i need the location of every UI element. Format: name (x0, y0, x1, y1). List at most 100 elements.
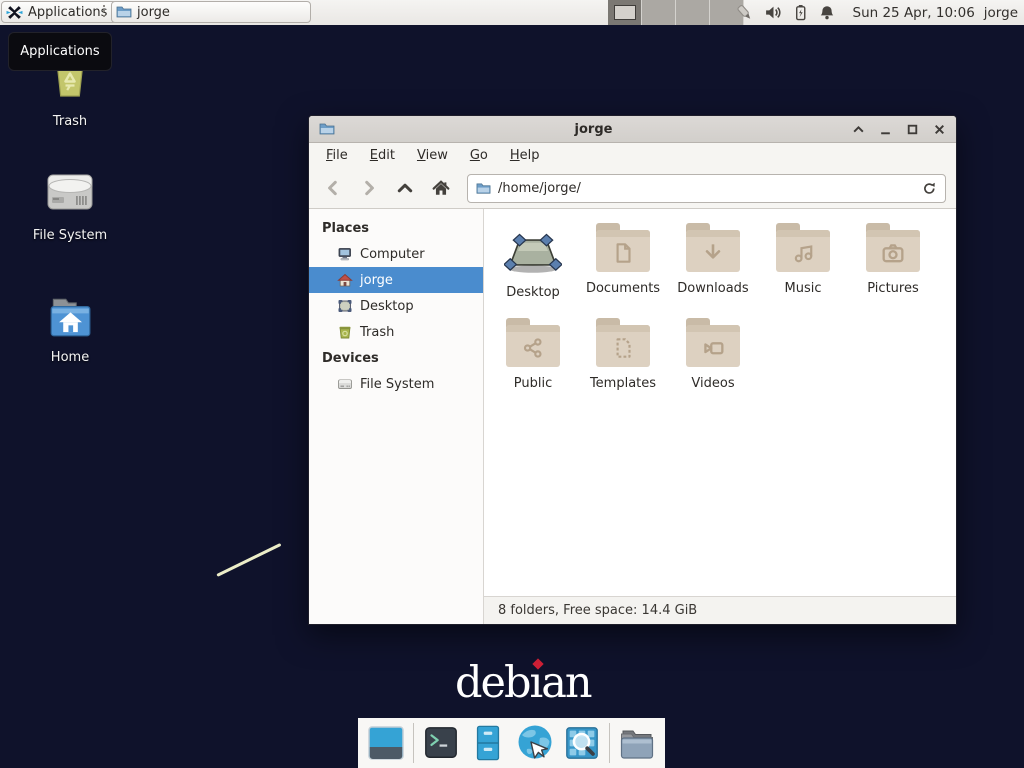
sidebar-item-jorge[interactable]: jorge (309, 267, 483, 293)
folder-item-desktop[interactable]: Desktop (488, 215, 578, 310)
up-arrow-icon (399, 185, 410, 191)
stylus-icon[interactable] (735, 3, 755, 23)
dock-item-web-browser[interactable] (515, 722, 555, 764)
sidebar-item-label: Computer (360, 247, 425, 262)
xfce-applications-icon (6, 4, 23, 21)
volume-icon[interactable] (764, 3, 783, 22)
menu-help[interactable]: Help (499, 144, 551, 167)
menu-view[interactable]: View (406, 144, 459, 167)
folder-item-videos[interactable]: Videos (668, 310, 758, 405)
desktop-icon-home[interactable]: Home (22, 294, 118, 365)
hard-drive-icon (43, 170, 97, 218)
window-title: jorge (335, 122, 852, 137)
sidebar-header-devices: Devices (309, 345, 483, 371)
window-folder-icon (319, 121, 335, 137)
desktop-line-artifact (216, 543, 281, 577)
file-cabinet-icon (469, 723, 507, 763)
taskbar-button-jorge[interactable]: jorge (111, 1, 311, 23)
desktop-trapezoid-icon (504, 227, 562, 276)
folder-item-pictures[interactable]: Pictures (848, 215, 938, 310)
desktop-icon-file-system[interactable]: File System (22, 170, 118, 243)
folder-item-documents[interactable]: Documents (578, 215, 668, 310)
folder-item-music[interactable]: Music (758, 215, 848, 310)
workspace-pager[interactable] (608, 0, 744, 25)
folder-label: Public (514, 376, 552, 391)
window-titlebar[interactable]: jorge (309, 116, 956, 143)
dock-item-application-finder[interactable] (562, 722, 602, 764)
bottom-dock (358, 718, 665, 768)
file-manager-window: jorge File Edit View Go Help (308, 115, 957, 625)
documents-folder-icon (596, 230, 650, 272)
pictures-folder-icon (866, 230, 920, 272)
computer-icon (337, 246, 353, 262)
menu-bar: File Edit View Go Help (309, 143, 956, 168)
minimize-button[interactable] (879, 123, 892, 136)
forward-button[interactable] (355, 174, 383, 202)
dock-separator (413, 723, 414, 763)
back-button[interactable] (319, 174, 347, 202)
menu-file[interactable]: File (315, 144, 359, 167)
folder-item-downloads[interactable]: Downloads (668, 215, 758, 310)
up-button[interactable] (391, 174, 419, 202)
back-arrow-icon (330, 182, 336, 193)
sidebar-item-label: Desktop (360, 299, 414, 314)
sidebar: Places Computer (309, 209, 484, 624)
reload-icon[interactable] (922, 181, 937, 196)
sidebar-item-desktop[interactable]: Desktop (309, 293, 483, 319)
videos-folder-icon (686, 325, 740, 367)
folder-label: Videos (691, 376, 734, 391)
debian-logo-text: deb (455, 658, 530, 708)
user-home-icon (337, 272, 353, 288)
sidebar-item-computer[interactable]: Computer (309, 241, 483, 267)
applications-menu-button[interactable]: Applications (1, 1, 117, 23)
panel-username[interactable]: jorge (984, 5, 1018, 21)
workspace-3[interactable] (676, 0, 710, 25)
shade-window-button[interactable] (852, 123, 865, 136)
sidebar-item-trash[interactable]: Trash (309, 319, 483, 345)
applications-menu-label: Applications (28, 5, 107, 20)
sidebar-header-places: Places (309, 215, 483, 241)
terminal-icon (422, 724, 460, 762)
close-button[interactable] (933, 123, 946, 136)
show-desktop-icon (366, 723, 406, 763)
desktop-screen: Applications jorge (0, 0, 1024, 768)
drive-icon (337, 376, 353, 392)
panel-clock[interactable]: Sun 25 Apr, 10:06 (853, 5, 975, 21)
sidebar-item-label: Trash (360, 325, 394, 340)
desktop-icon-label: Trash (22, 114, 118, 129)
folder-item-public[interactable]: Public (488, 310, 578, 405)
sidebar-item-label: File System (360, 377, 434, 392)
folder-label: Desktop (506, 285, 560, 300)
menu-go[interactable]: Go (459, 144, 499, 167)
panel-handle[interactable] (103, 5, 105, 20)
downloads-folder-icon (686, 230, 740, 272)
forward-arrow-icon (367, 182, 373, 193)
desktop-icon-label: File System (22, 228, 118, 243)
application-finder-icon (563, 724, 601, 762)
templates-folder-icon (596, 325, 650, 367)
address-text[interactable]: /home/jorge/ (498, 181, 915, 196)
folder-label: Downloads (677, 281, 748, 296)
folder-label: Music (785, 281, 822, 296)
dock-item-terminal[interactable] (421, 722, 461, 764)
home-button[interactable] (427, 174, 455, 202)
workspace-2[interactable] (642, 0, 676, 25)
toolbar: /home/jorge/ (309, 168, 956, 209)
workspace-1[interactable] (608, 0, 642, 25)
menu-edit[interactable]: Edit (359, 144, 406, 167)
notifications-bell-icon[interactable] (818, 4, 836, 22)
top-panel: Applications jorge (0, 0, 1024, 25)
home-folder-icon (45, 294, 95, 340)
battery-icon[interactable] (792, 3, 809, 22)
dock-item-show-desktop[interactable] (366, 722, 406, 764)
sidebar-item-file-system[interactable]: File System (309, 371, 483, 397)
location-bar[interactable]: /home/jorge/ (467, 174, 946, 203)
maximize-button[interactable] (906, 123, 919, 136)
dock-item-file-cabinet[interactable] (468, 722, 508, 764)
system-tray: Sun 25 Apr, 10:06 jorge (735, 0, 1019, 25)
folder-icon (116, 4, 132, 20)
dock-item-directory-menu[interactable] (617, 722, 657, 764)
folder-item-templates[interactable]: Templates (578, 310, 668, 405)
sidebar-item-label: jorge (360, 273, 393, 288)
folder-label: Pictures (867, 281, 918, 296)
